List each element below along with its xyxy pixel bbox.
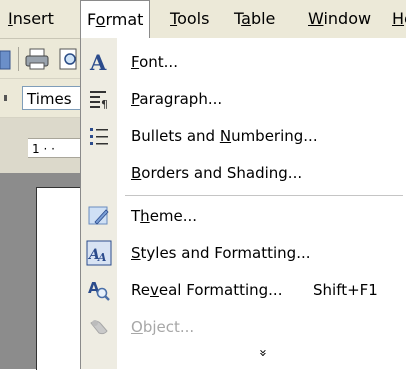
svg-text:¶: ¶ [101,98,108,110]
menu-item-label: Styles and Formatting... [131,244,311,262]
menu-item-theme[interactable]: Theme... [81,198,406,234]
menu-item-shortcut: Shift+F1 [313,281,378,299]
toolbar-separator [18,47,19,71]
font-a-icon: A [85,48,113,76]
toolbar-grip [4,95,13,101]
menu-format[interactable]: Format [80,0,151,39]
format-menu: A Font... ¶ Paragraph... Bullets and Num… [80,38,406,369]
print-icon[interactable] [24,46,50,72]
document-page[interactable] [36,187,81,370]
svg-text:A: A [89,50,107,74]
horizontal-ruler: 1 · · [0,118,80,173]
menu-item-label: Reveal Formatting... [131,281,283,299]
ruler-strip: 1 · · [28,138,80,158]
menu-item-bullets-numbering[interactable]: Bullets and Numbering... [81,118,406,154]
save-icon[interactable] [0,49,12,71]
menu-item-borders-shading[interactable]: Borders and Shading... [81,155,406,191]
chevron-down-icon: » [254,349,270,357]
menu-expand-chevron[interactable]: » [81,338,406,368]
menu-item-label: Bullets and Numbering... [131,127,318,145]
svg-text:A: A [97,251,107,264]
menu-item-label: Theme... [131,207,198,225]
font-name-box[interactable]: Times [22,86,80,110]
document-area [0,173,81,370]
theme-icon [85,202,113,230]
menu-item-styles-formatting[interactable]: A A Styles and Formatting... [81,235,406,271]
object-icon [85,313,113,341]
styles-icon: A A [85,239,113,267]
menu-bar: Insert Format Tools Table Window He [0,0,406,39]
menu-item-font[interactable]: A Font... [81,44,406,80]
print-preview-icon[interactable] [58,46,80,72]
menu-insert[interactable]: Insert [2,0,60,38]
menu-item-label: Paragraph... [131,90,223,108]
menu-item-label: Borders and Shading... [131,164,303,182]
bullets-icon [85,122,113,150]
menu-table[interactable]: Table [228,0,281,38]
menu-item-reveal-formatting[interactable]: A Reveal Formatting... Shift+F1 [81,272,406,308]
menu-item-paragraph[interactable]: ¶ Paragraph... [81,81,406,117]
menu-separator [125,195,403,196]
reveal-formatting-icon: A [85,276,113,304]
paragraph-icon: ¶ [85,85,113,113]
menu-window[interactable]: Window [302,0,377,38]
menu-help[interactable]: He [386,0,406,38]
menu-item-label: Font... [131,53,178,71]
standard-toolbar [0,39,80,79]
menu-tools[interactable]: Tools [164,0,215,38]
